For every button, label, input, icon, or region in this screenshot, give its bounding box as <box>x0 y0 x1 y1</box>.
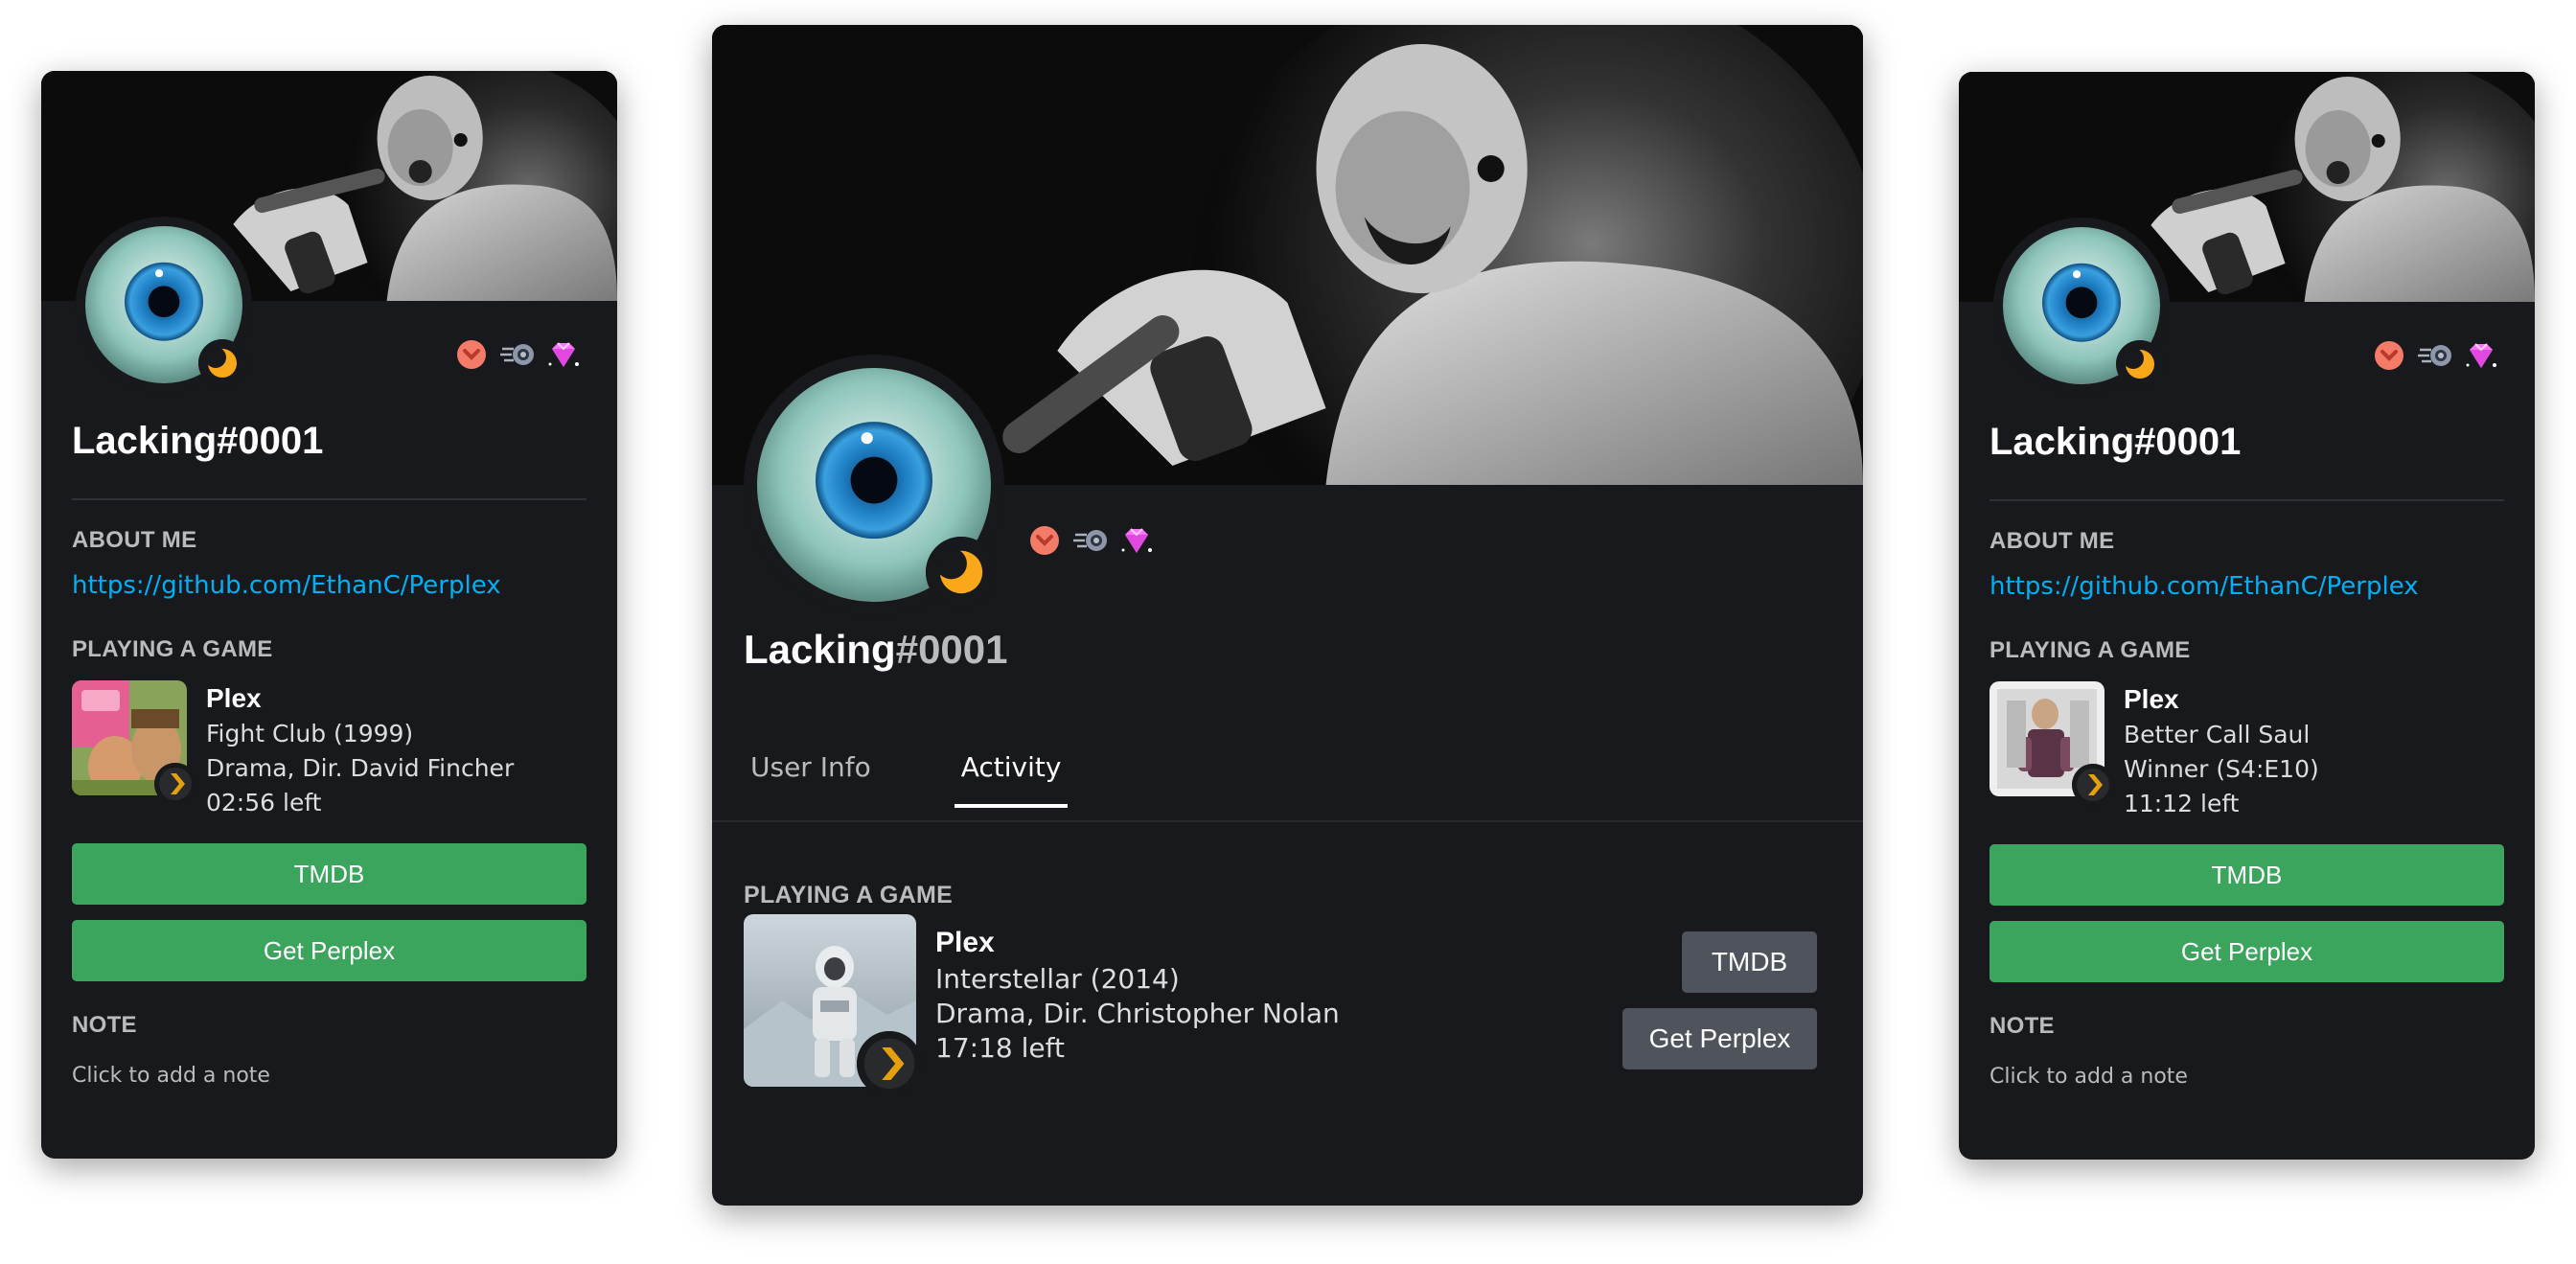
tmdb-button[interactable]: TMDB <box>1990 844 2504 906</box>
activity-details-line: Interstellar (2014) <box>935 963 1180 995</box>
nitro-badge-icon[interactable] <box>498 335 537 374</box>
about-me-link[interactable]: https://github.com/EthanC/Perplex <box>1990 572 2419 601</box>
activity-cover <box>744 914 922 1096</box>
activity-state-line: Winner (S4:E10) <box>2124 755 2319 783</box>
hypesquad-badge-icon[interactable] <box>1025 521 1064 560</box>
activity-cover <box>1990 681 2114 806</box>
boost-badge-icon[interactable] <box>2462 336 2500 375</box>
activity-name: Plex <box>206 683 262 713</box>
divider <box>1990 499 2504 501</box>
avatar[interactable] <box>744 355 1004 615</box>
activity: Plex Fight Club (1999) Drama, Dir. David… <box>72 680 586 820</box>
note-input[interactable]: Click to add a note <box>72 1064 270 1088</box>
activity-details-line: Fight Club (1999) <box>206 720 414 747</box>
idle-status <box>926 537 997 608</box>
username-discriminator: #0001 <box>895 627 1008 672</box>
username-name: Lacking <box>744 627 896 672</box>
activity-details-line: Better Call Saul <box>2124 721 2311 748</box>
hypesquad-badge-icon[interactable] <box>2370 336 2408 375</box>
moon-idle-icon <box>2116 340 2164 388</box>
divider <box>72 498 586 500</box>
profile-tabs: User Info Activity <box>744 744 1069 808</box>
idle-status <box>2116 340 2164 388</box>
tab-user-info[interactable]: User Info <box>744 744 878 808</box>
playing-game-title: PLAYING A GAME <box>1990 637 2191 663</box>
nitro-badge-icon[interactable] <box>2416 336 2454 375</box>
activity-details: Plex Interstellar (2014) Drama, Dir. Chr… <box>935 914 1340 1087</box>
idle-status <box>198 339 246 387</box>
avatar[interactable] <box>76 217 252 393</box>
activity-time-left: 11:12 left <box>2124 790 2240 817</box>
boost-badge-icon[interactable] <box>1117 521 1156 560</box>
username: Lacking#0001 <box>1990 421 2242 463</box>
activity-time-left: 02:56 left <box>206 789 322 816</box>
nitro-badge-icon[interactable] <box>1071 521 1110 560</box>
tab-activity[interactable]: Activity <box>954 744 1069 808</box>
activity-state-line: Drama, Dir. David Fincher <box>206 754 515 782</box>
moon-idle-icon <box>926 537 997 608</box>
plex-chevron-icon <box>2072 764 2114 806</box>
playing-game-title: PLAYING A GAME <box>744 882 954 908</box>
activity: Plex Better Call Saul Winner (S4:E10) 11… <box>1990 681 2504 821</box>
badges <box>452 335 583 374</box>
activity: Plex Interstellar (2014) Drama, Dir. Chr… <box>744 914 1340 1096</box>
note-title: NOTE <box>72 1012 137 1038</box>
plex-chevron-icon <box>154 763 196 805</box>
note-input[interactable]: Click to add a note <box>1990 1065 2188 1089</box>
note-title: NOTE <box>1990 1013 2055 1039</box>
plex-chevron-icon <box>857 1031 922 1096</box>
boost-badge-icon[interactable] <box>544 335 583 374</box>
activity-cover <box>72 680 196 805</box>
get-perplex-button[interactable]: Get Perplex <box>1990 921 2504 982</box>
playing-game-title: PLAYING A GAME <box>72 636 273 662</box>
tmdb-button[interactable]: TMDB <box>72 843 586 905</box>
badges <box>1025 521 1156 560</box>
hypesquad-badge-icon[interactable] <box>452 335 491 374</box>
about-me-title: ABOUT ME <box>1990 528 2115 554</box>
activity-name: Plex <box>935 927 995 958</box>
profile-popout-card-right: Lacking#0001 ABOUT ME https://github.com… <box>1959 72 2535 1160</box>
tabs-divider <box>712 820 1863 822</box>
profile-popout-card-left: Lacking#0001 ABOUT ME https://github.com… <box>41 71 617 1159</box>
about-me-title: ABOUT ME <box>72 527 197 553</box>
avatar[interactable] <box>1993 218 2170 394</box>
activity-name: Plex <box>2124 684 2179 714</box>
badges <box>2370 336 2500 375</box>
username: Lacking#0001 <box>72 420 324 462</box>
activity-details: Plex Better Call Saul Winner (S4:E10) 11… <box>2124 681 2319 821</box>
activity-time-left: 17:18 left <box>935 1032 1065 1064</box>
tmdb-button[interactable]: TMDB <box>1682 931 1817 993</box>
profile-modal-card: Lacking#0001 User Info Activity PLAYING … <box>712 25 1863 1206</box>
username: Lacking#0001 <box>744 627 1008 673</box>
moon-idle-icon <box>198 339 246 387</box>
activity-state-line: Drama, Dir. Christopher Nolan <box>935 998 1340 1029</box>
get-perplex-button[interactable]: Get Perplex <box>72 920 586 981</box>
about-me-link[interactable]: https://github.com/EthanC/Perplex <box>72 571 501 600</box>
activity-details: Plex Fight Club (1999) Drama, Dir. David… <box>206 680 514 820</box>
get-perplex-button[interactable]: Get Perplex <box>1622 1008 1817 1069</box>
stage: Lacking#0001 ABOUT ME https://github.com… <box>0 0 2576 1264</box>
